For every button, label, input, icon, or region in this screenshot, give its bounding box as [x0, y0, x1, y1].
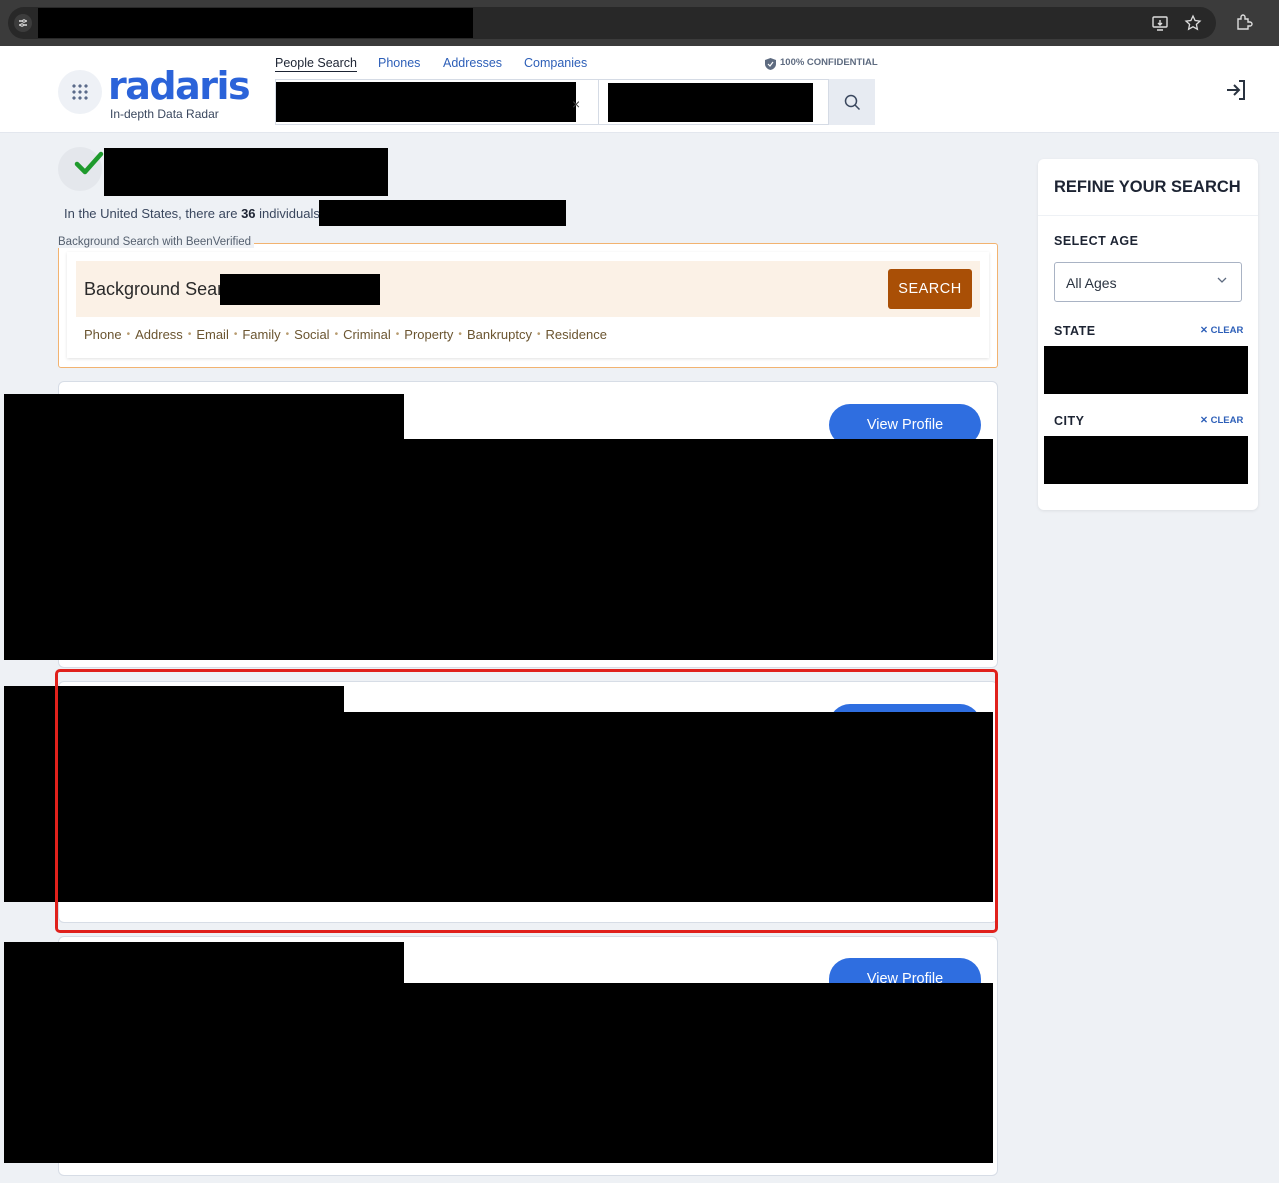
tab-people-search[interactable]: People Search [275, 56, 358, 72]
summary-suffix: individuals [255, 206, 320, 221]
login-icon[interactable] [1222, 76, 1250, 104]
verified-badge [58, 147, 104, 191]
link-email[interactable]: Email [196, 327, 229, 342]
site-logo[interactable]: radaris [108, 66, 251, 106]
tab-phones[interactable]: Phones [378, 56, 420, 70]
clear-input-icon[interactable]: × [572, 96, 580, 112]
results-count: 36 [241, 206, 256, 221]
age-select[interactable]: All Ages [1054, 262, 1242, 302]
dot-separator: • [334, 329, 339, 340]
background-search-button[interactable]: SEARCH [888, 269, 972, 309]
checkmark-icon [74, 151, 104, 175]
dot-separator: • [536, 329, 541, 340]
clear-state-label: CLEAR [1210, 325, 1244, 336]
apps-menu-button[interactable] [58, 70, 102, 114]
install-app-icon[interactable] [1151, 14, 1169, 32]
redacted-url [38, 8, 473, 38]
search-divider [598, 80, 599, 124]
redacted-page-title [104, 148, 388, 196]
chevron-down-icon [1217, 277, 1227, 283]
link-residence[interactable]: Residence [546, 327, 607, 342]
link-criminal[interactable]: Criminal [343, 327, 391, 342]
link-address[interactable]: Address [135, 327, 183, 342]
bookmark-star-icon[interactable] [1184, 14, 1202, 32]
dot-separator: • [458, 329, 462, 340]
city-label: CITY [1054, 414, 1085, 428]
location-search-input[interactable] [608, 83, 813, 122]
confidential-badge: 100% CONFIDENTIAL [780, 57, 878, 68]
logo-tagline: In-depth Data Radar [110, 107, 219, 121]
background-search-title: Background Sear [84, 279, 224, 299]
age-label: SELECT AGE [1054, 234, 1139, 248]
grid-dots-icon [71, 83, 89, 101]
name-search-input[interactable] [276, 82, 576, 122]
link-bankruptcy[interactable]: Bankruptcy [467, 327, 532, 342]
tab-companies[interactable]: Companies [524, 56, 587, 70]
link-property[interactable]: Property [404, 327, 453, 342]
background-search-label: Background Search with BeenVerified [58, 236, 255, 248]
dot-separator: • [233, 329, 238, 340]
close-icon: ✕ [1200, 415, 1208, 426]
link-phone[interactable]: Phone [84, 327, 122, 342]
view-profile-button[interactable]: View Profile [829, 958, 981, 984]
site-header: radaris In-depth Data Radar People Searc… [0, 46, 1279, 133]
close-icon: ✕ [1200, 325, 1208, 336]
dot-separator: • [126, 329, 131, 340]
extensions-icon[interactable] [1234, 13, 1253, 32]
city-select[interactable] [1044, 436, 1248, 484]
state-label: STATE [1054, 324, 1096, 338]
dot-separator: • [395, 329, 400, 340]
redacted-search-name [220, 274, 380, 305]
dot-separator: • [285, 329, 290, 340]
state-select[interactable] [1044, 346, 1248, 394]
redacted-result-name [4, 942, 404, 986]
link-family[interactable]: Family [242, 327, 280, 342]
refine-search-title: REFINE YOUR SEARCH [1054, 178, 1241, 196]
site-settings-icon[interactable] [14, 14, 32, 32]
redacted-summary-text [319, 200, 566, 226]
search-button[interactable] [828, 79, 875, 125]
background-search-links: Phone • Address • Email • Family • Social • C… [84, 327, 607, 342]
clear-city-label: CLEAR [1210, 415, 1244, 426]
shield-icon [765, 57, 776, 70]
tab-addresses[interactable]: Addresses [443, 56, 502, 70]
clear-state-button[interactable]: ✕ CLEAR [1200, 325, 1243, 336]
link-social[interactable]: Social [294, 327, 329, 342]
redacted-result-details [4, 983, 993, 1163]
age-select-value: All Ages [1066, 275, 1117, 291]
dot-separator: • [187, 329, 192, 340]
summary-prefix: In the United States, there are [64, 206, 242, 221]
redacted-result-details [4, 439, 993, 660]
redacted-result-name [4, 394, 404, 444]
search-icon [844, 94, 861, 111]
results-summary: In the United States, there are 36 indiv… [64, 206, 320, 221]
clear-city-button[interactable]: ✕ CLEAR [1200, 415, 1243, 426]
browser-toolbar [0, 0, 1279, 46]
highlight-frame [55, 669, 998, 933]
